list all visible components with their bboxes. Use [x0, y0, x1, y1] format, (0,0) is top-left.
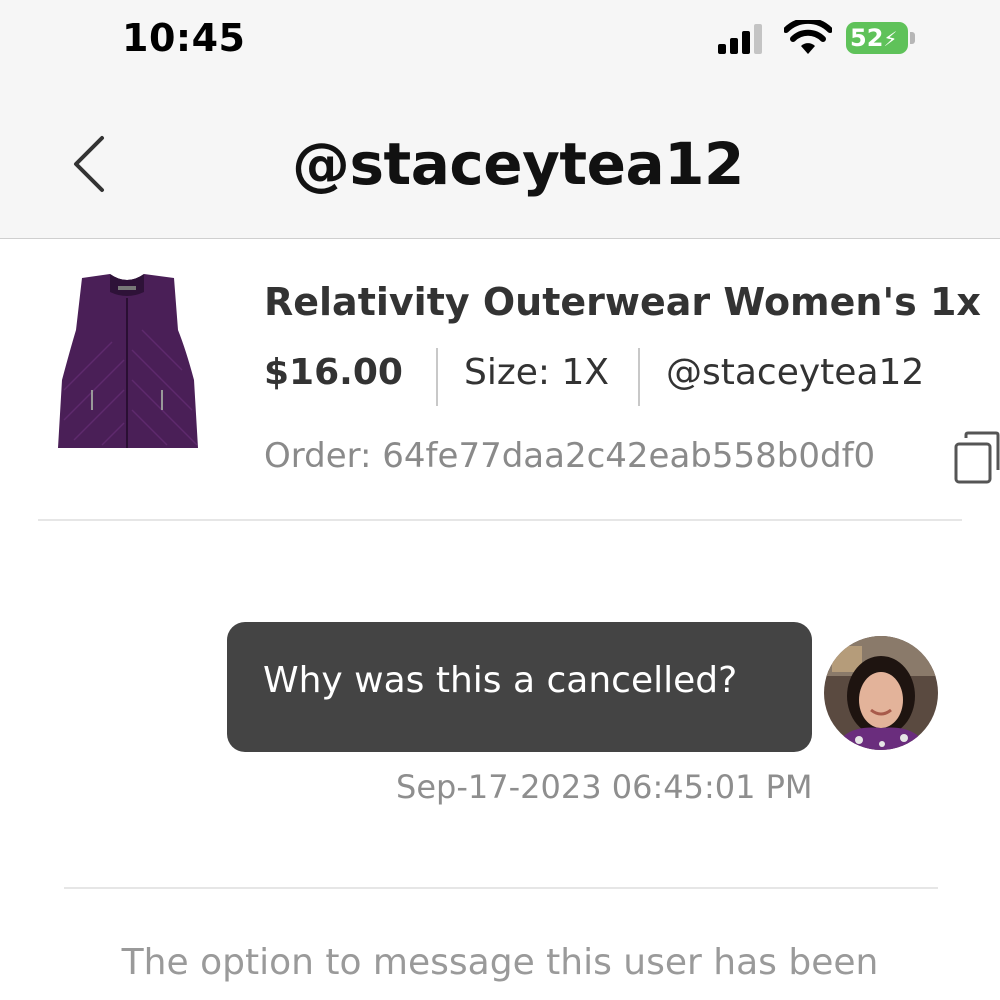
- signal-icon: [718, 24, 762, 54]
- battery-level: 52: [850, 24, 884, 52]
- user-avatar-image: [824, 636, 938, 750]
- separator: [638, 348, 640, 406]
- divider: [64, 887, 938, 889]
- separator: [436, 348, 438, 406]
- product-size: Size: 1X: [464, 352, 610, 393]
- message-timestamp: Sep-17-2023 06:45:01 PM: [396, 768, 813, 806]
- copy-icon[interactable]: [952, 430, 1000, 486]
- product-price: $16.00: [264, 352, 403, 393]
- message-bubble[interactable]: Why was this a cancelled?: [227, 622, 812, 752]
- divider: [38, 519, 962, 521]
- order-id: Order: 64fe77daa2c42eab558b0df0: [264, 436, 876, 476]
- status-time: 10:45: [122, 16, 246, 60]
- product-image[interactable]: [52, 270, 202, 455]
- charging-bolt-icon: ⚡: [883, 27, 898, 51]
- product-title[interactable]: Relativity Outerwear Women's 1x: [264, 280, 981, 324]
- status-bar: 10:45 52⚡: [0, 0, 1000, 80]
- message-text: Why was this a cancelled?: [263, 660, 738, 701]
- messaging-disabled-notice: The option to message this user has been: [121, 942, 879, 983]
- nav-bar: @staceytea12: [0, 80, 1000, 239]
- avatar[interactable]: [824, 636, 938, 750]
- battery-icon: 52⚡: [846, 22, 908, 54]
- seller-username[interactable]: @staceytea12: [666, 352, 924, 393]
- chevron-left-icon[interactable]: [60, 132, 120, 196]
- wifi-icon: [784, 20, 832, 54]
- page-title: @staceytea12: [292, 130, 744, 198]
- battery-cap: [910, 32, 915, 44]
